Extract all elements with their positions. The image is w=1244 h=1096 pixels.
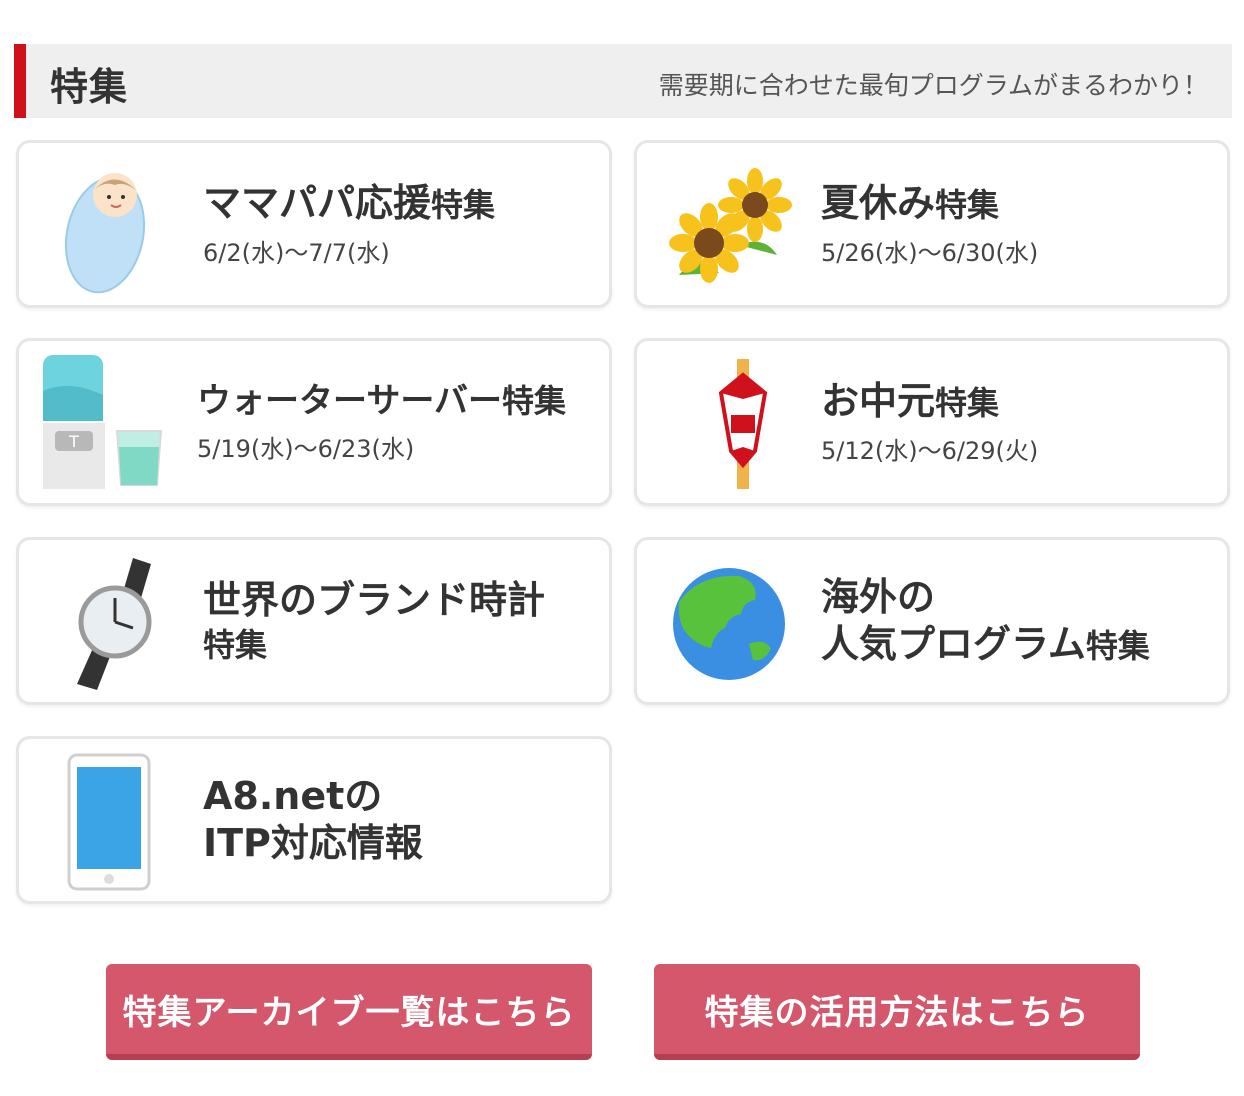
feature-card-mamapapa[interactable]: ママパパ応援特集 6/2(水)〜7/7(水) — [16, 140, 612, 308]
card-title: お中元 — [821, 378, 936, 423]
section-header: 特集 需要期に合わせた最旬プログラムがまるわかり！ — [14, 44, 1232, 118]
feature-card-overseas[interactable]: 海外の 人気プログラム特集 — [634, 537, 1230, 705]
card-title: 夏休み — [821, 180, 936, 225]
card-title-suffix: 特集 — [935, 383, 1000, 422]
feature-card-itp[interactable]: A8.netの ITP対応情報 — [16, 736, 612, 904]
archive-button[interactable]: 特集アーカイブ一覧はこちら — [106, 964, 592, 1060]
feature-card-summer[interactable]: 夏休み特集 5/26(水)〜6/30(水) — [634, 140, 1230, 308]
card-title-suffix: 特集 — [501, 382, 566, 421]
feature-card-brand-watch[interactable]: 世界のブランド時計 特集 — [16, 537, 612, 705]
sunflower-icon — [669, 168, 792, 283]
card-title-line2: ITP対応情報 — [203, 821, 423, 865]
card-title-line2: 人気プログラム — [821, 622, 1086, 666]
section-title: 特集 — [50, 65, 129, 109]
card-date: 6/2(水)〜7/7(水) — [203, 239, 390, 268]
card-title-suffix: 特集 — [431, 185, 496, 224]
globe-icon — [673, 568, 785, 680]
card-title-suffix: 特集 — [203, 625, 268, 664]
card-title: 海外の — [821, 574, 936, 619]
card-date: 5/26(水)〜6/30(水) — [821, 239, 1039, 268]
smartphone-icon — [67, 753, 151, 891]
water-server-icon: T — [43, 355, 163, 489]
card-date: 5/12(水)〜6/29(火) — [821, 437, 1039, 466]
card-title-suffix: 特集 — [1085, 627, 1150, 665]
card-title: ウォーターサーバー — [197, 381, 502, 422]
gift-noshi-icon — [718, 359, 768, 489]
card-title-suffix: 特集 — [935, 185, 1000, 224]
card-title: ママパパ応援 — [203, 180, 432, 225]
card-date: 5/19(水)〜6/23(水) — [197, 434, 415, 463]
howto-button[interactable]: 特集の活用方法はこちら — [654, 964, 1140, 1060]
card-title: 世界のブランド時計 — [203, 578, 546, 623]
section-subtitle: 需要期に合わせた最旬プログラムがまるわかり！ — [658, 71, 1208, 100]
svg-text:T: T — [68, 432, 79, 451]
card-title: A8.netの — [203, 773, 383, 818]
wristwatch-icon — [77, 558, 152, 690]
feature-card-ochugen[interactable]: お中元特集 5/12(水)〜6/29(火) — [634, 338, 1230, 506]
feature-card-water-server[interactable]: T ウォーターサーバー特集 5/19(水)〜6/23(水) — [16, 338, 612, 506]
baby-icon — [64, 173, 146, 294]
